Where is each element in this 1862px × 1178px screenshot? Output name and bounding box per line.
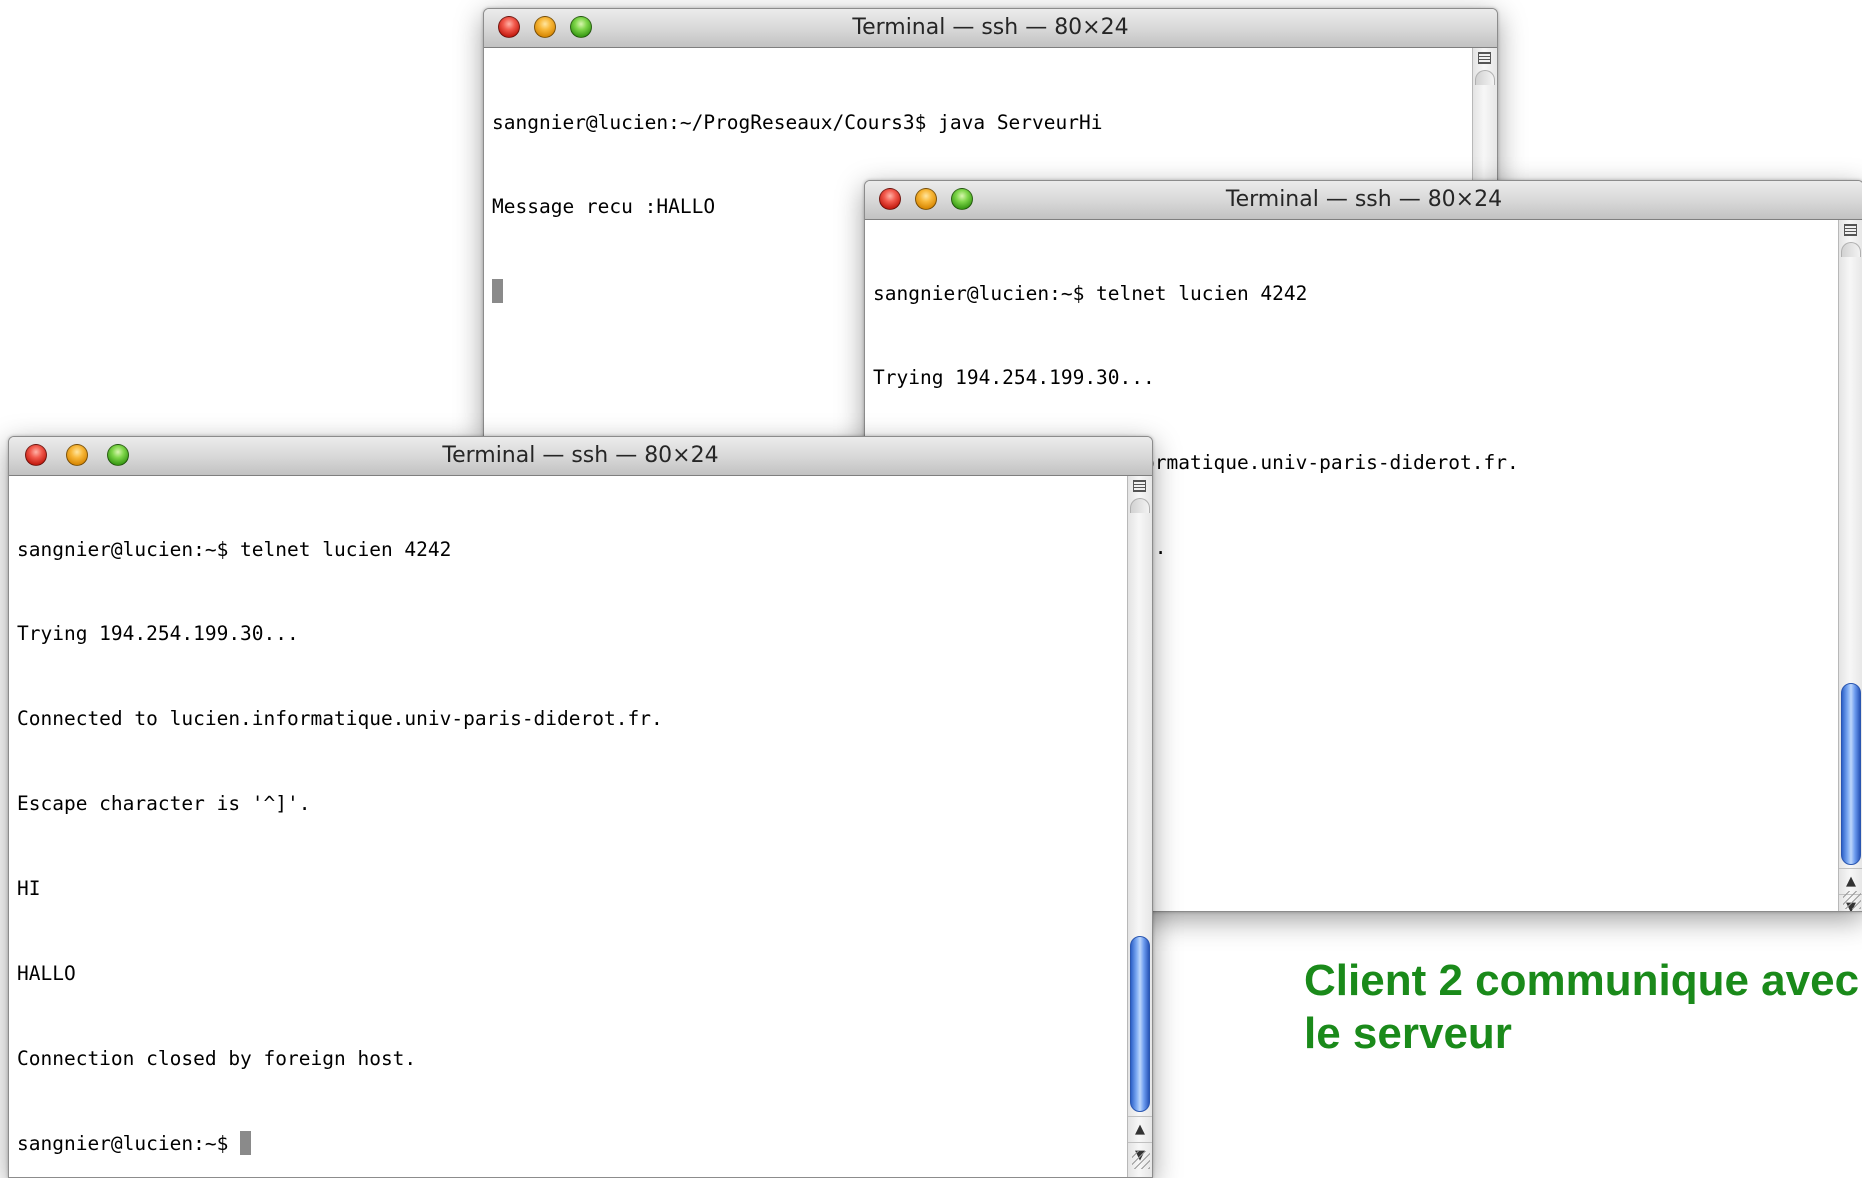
titlebar[interactable]: Terminal — ssh — 80×24 bbox=[9, 437, 1152, 476]
terminal-line: Connected to lucien.informatique.univ-pa… bbox=[17, 707, 663, 731]
split-pane-icon[interactable] bbox=[1133, 480, 1146, 492]
resize-grip-icon[interactable] bbox=[1843, 891, 1861, 909]
scroll-up-arrow-icon[interactable]: ▲ bbox=[1128, 1116, 1152, 1143]
terminal-line: sangnier@lucien:~$ bbox=[17, 1130, 1122, 1158]
terminal-line: sangnier@lucien:~/ProgReseaux/Cours3$ ja… bbox=[492, 110, 1103, 134]
terminal-line: HI bbox=[17, 877, 41, 901]
window-title: Terminal — ssh — 80×24 bbox=[442, 443, 719, 468]
scroll-track bbox=[1841, 242, 1861, 257]
vertical-scrollbar[interactable]: ▲ ▼ bbox=[1127, 476, 1152, 1177]
terminal-line: sangnier@lucien:~$ telnet lucien 4242 bbox=[17, 537, 452, 561]
scroll-thumb[interactable] bbox=[1130, 936, 1150, 1112]
text-cursor bbox=[240, 1130, 252, 1155]
resize-grip-icon[interactable] bbox=[1132, 1151, 1150, 1169]
terminal-line: Connection closed by foreign host. bbox=[17, 1046, 417, 1070]
titlebar[interactable]: Terminal — ssh — 80×24 bbox=[484, 9, 1497, 48]
vertical-scrollbar[interactable]: ▲ ▼ bbox=[1838, 220, 1862, 911]
terminal-line: Trying 194.254.199.30... bbox=[17, 622, 299, 646]
scroll-thumb[interactable] bbox=[1841, 683, 1861, 865]
titlebar[interactable]: Terminal — ssh — 80×24 bbox=[865, 181, 1862, 220]
terminal-prompt: sangnier@lucien:~$ bbox=[17, 1131, 241, 1155]
terminal-window-client2[interactable]: Terminal — ssh — 80×24 sangnier@lucien:~… bbox=[8, 436, 1153, 1178]
slide-caption: Client 2 communique avec le serveur bbox=[1304, 954, 1859, 1060]
caption-line-2: le serveur bbox=[1304, 1009, 1512, 1058]
caption-line-1: Client 2 communique avec bbox=[1304, 956, 1860, 1005]
window-title: Terminal — ssh — 80×24 bbox=[852, 15, 1129, 40]
scroll-track bbox=[1475, 70, 1495, 85]
terminal-output[interactable]: sangnier@lucien:~$ telnet lucien 4242 Tr… bbox=[17, 479, 1122, 1177]
terminal-line: sangnier@lucien:~$ telnet lucien 4242 bbox=[873, 281, 1308, 305]
window-title: Terminal — ssh — 80×24 bbox=[1225, 187, 1503, 212]
terminal-line: Escape character is '^]'. bbox=[17, 792, 311, 816]
text-cursor bbox=[492, 279, 503, 304]
terminal-line: Trying 194.254.199.30... bbox=[873, 366, 1155, 390]
split-pane-icon[interactable] bbox=[1478, 52, 1491, 64]
split-pane-icon[interactable] bbox=[1844, 224, 1857, 236]
terminal-line: HALLO bbox=[17, 962, 76, 986]
scroll-track bbox=[1130, 498, 1150, 513]
